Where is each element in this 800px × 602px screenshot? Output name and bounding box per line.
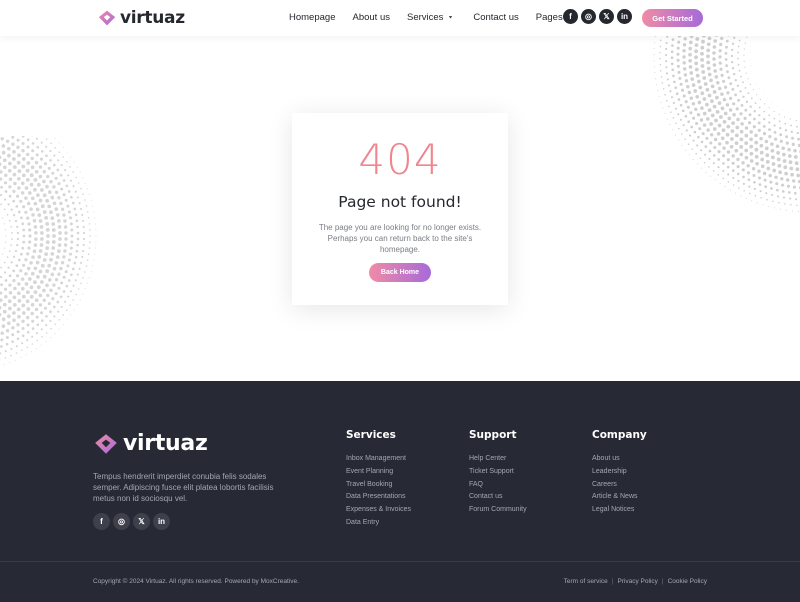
error-hero: 404 Page not found! The page you are loo… — [0, 36, 800, 381]
legal-link-term-of-service[interactable]: Term of service — [564, 578, 608, 585]
footer-link-event-planning[interactable]: Event Planning — [346, 466, 411, 479]
footer-link-faq[interactable]: FAQ — [469, 479, 527, 492]
logo-mark-icon — [98, 10, 116, 26]
footer-about-text: Tempus hendrerit imperdiet conubia felis… — [93, 472, 274, 503]
footer-link-leadership[interactable]: Leadership — [592, 466, 647, 479]
error-code: 404 — [358, 135, 442, 184]
facebook-icon[interactable]: f — [93, 513, 110, 530]
legal-separator: | — [661, 578, 664, 585]
footer-link-inbox-management[interactable]: Inbox Management — [346, 453, 411, 466]
site-header: virtuaz Homepage About us Services ▼ Contact… — [0, 0, 800, 36]
nav-item-label: Homepage — [289, 12, 336, 23]
footer-link-about-us[interactable]: About us — [592, 453, 647, 466]
facebook-icon[interactable]: f — [563, 9, 578, 24]
footer-link-careers[interactable]: Careers — [592, 479, 647, 492]
footer-link-legal-notices[interactable]: Legal Notices — [592, 504, 647, 517]
nav-item-contact-us[interactable]: Contact us — [473, 12, 518, 23]
x-icon[interactable]: 𝕏 — [599, 9, 614, 24]
footer-link-data-presentations[interactable]: Data Presentations — [346, 491, 411, 504]
decorative-dot-pattern — [653, 36, 800, 213]
footer-link-travel-booking[interactable]: Travel Booking — [346, 479, 411, 492]
footer-column-company: Company About us Leadership Careers Article … — [592, 429, 647, 517]
footer-column-title: Services — [346, 429, 396, 441]
error-card: 404 Page not found! The page you are loo… — [292, 113, 508, 305]
legal-link-privacy-policy[interactable]: Privacy Policy — [617, 578, 657, 585]
logo[interactable]: virtuaz — [97, 8, 185, 28]
footer-link-data-entry[interactable]: Data Entry — [346, 517, 411, 530]
footer-logo-text: virtuaz — [123, 431, 208, 456]
footer-column-support: Support Help Center Ticket Support FAQ Conta… — [469, 429, 527, 517]
error-title: Page not found! — [338, 193, 462, 211]
linkedin-icon[interactable]: in — [617, 9, 632, 24]
footer-link-article-and-news[interactable]: Article & News — [592, 491, 647, 504]
nav-item-label: Contact us — [473, 12, 519, 23]
chevron-down-icon: ▼ — [448, 15, 454, 20]
nav-item-about-us[interactable]: About us — [352, 12, 390, 23]
main-nav: Homepage About us Services ▼ Contact us Pages… — [289, 12, 574, 23]
nav-item-label: About us — [352, 12, 390, 23]
footer-logo[interactable]: virtuaz — [93, 431, 208, 456]
footer-divider — [0, 561, 800, 562]
nav-item-label: Services — [406, 12, 444, 23]
nav-item-homepage[interactable]: Homepage — [289, 12, 335, 23]
logo-mark-icon — [95, 433, 117, 454]
header-social-links: f ◎ 𝕏in — [563, 9, 632, 24]
legal-links: Term of service | Privacy Policy | Cookie Po… — [564, 578, 707, 585]
footer-social-links: f ◎ 𝕏in — [93, 513, 170, 530]
logo-text: virtuaz — [120, 8, 185, 28]
decorative-dot-pattern — [0, 136, 97, 366]
x-icon[interactable]: 𝕏 — [133, 513, 150, 530]
site-footer: virtuaz Tempus hendrerit imperdiet conub… — [0, 381, 800, 602]
nav-item-services[interactable]: Services ▼ — [407, 12, 454, 23]
footer-link-ticket-support[interactable]: Ticket Support — [469, 466, 527, 479]
copyright-text: Copyright © 2024 Virtuaz. All rights res… — [93, 578, 299, 585]
nav-item-label: Pages — [535, 12, 563, 23]
footer-link-contact-us[interactable]: Contact us — [469, 491, 527, 504]
footer-column-title: Support — [469, 429, 517, 441]
instagram-icon[interactable]: ◎ — [581, 9, 596, 24]
linkedin-icon[interactable]: in — [153, 513, 170, 530]
back-home-button[interactable]: Back Home — [369, 263, 431, 282]
footer-column-services: Services Inbox Management Event Planning Tr… — [346, 429, 411, 530]
error-description: The page you are looking for no longer e… — [318, 223, 482, 254]
footer-link-expenses-and-invoices[interactable]: Expenses & Invoices — [346, 504, 411, 517]
footer-link-forum-community[interactable]: Forum Community — [469, 504, 527, 517]
get-started-button[interactable]: Get Started — [642, 9, 703, 27]
footer-link-help-center[interactable]: Help Center — [469, 453, 527, 466]
legal-link-cookie-policy[interactable]: Cookie Policy — [668, 578, 707, 585]
legal-separator: | — [611, 578, 614, 585]
instagram-icon[interactable]: ◎ — [113, 513, 130, 530]
footer-column-title: Company — [592, 429, 647, 441]
